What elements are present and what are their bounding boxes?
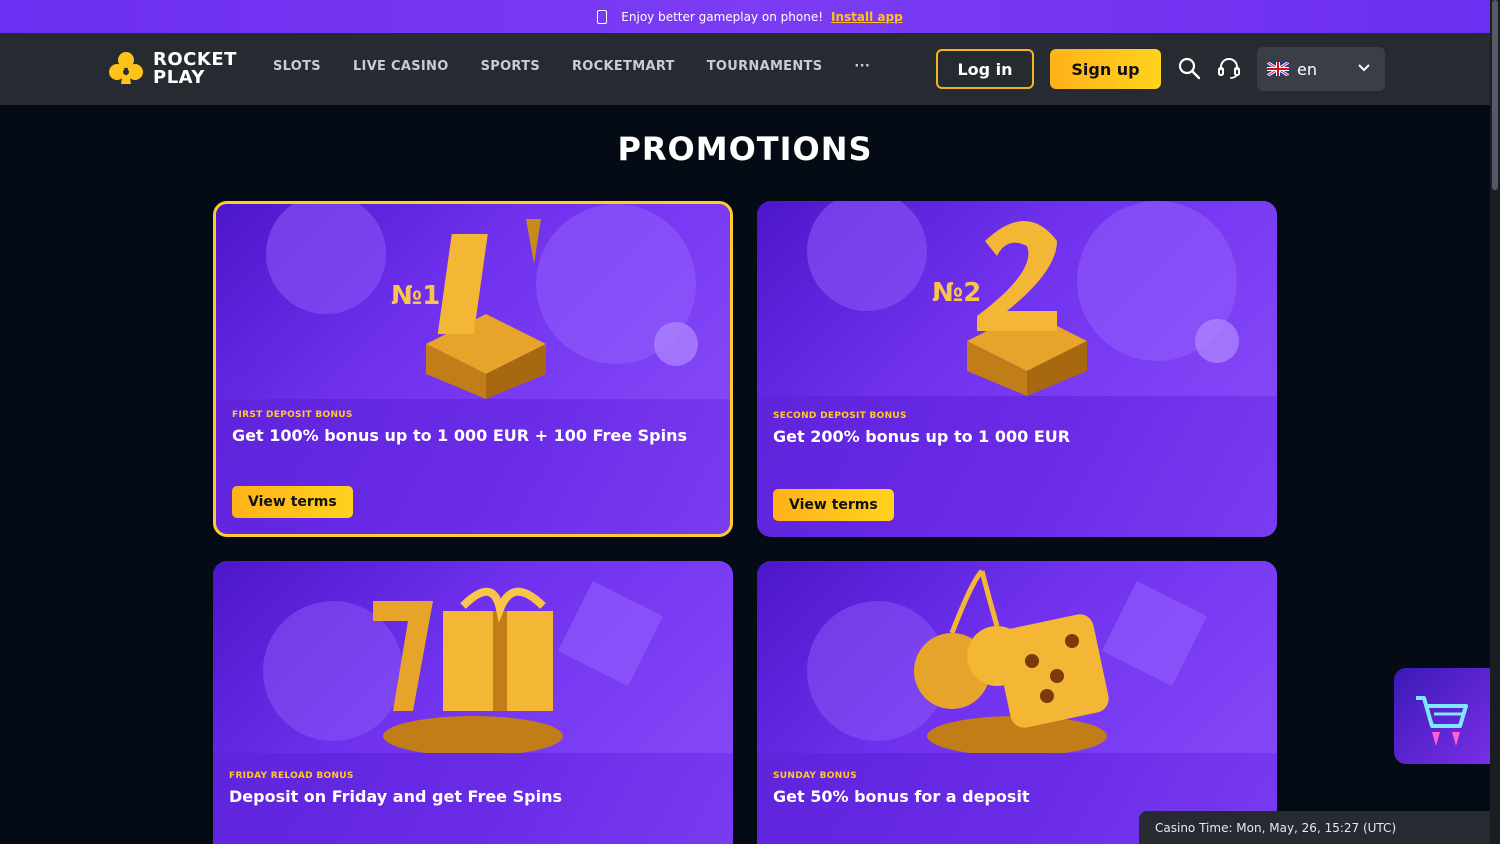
logo-text: ROCKET PLAY — [153, 49, 237, 88]
promo-category: SUNDAY BONUS — [773, 771, 857, 781]
uk-flag-icon — [1267, 62, 1289, 76]
promo-category: SECOND DEPOSIT BONUS — [773, 411, 907, 421]
promo-card-friday-reload[interactable]: FRIDAY RELOAD BONUS Deposit on Friday an… — [213, 561, 733, 844]
promo-category: FIRST DEPOSIT BONUS — [232, 410, 353, 420]
promo-art-sunday — [757, 561, 1277, 753]
promo-art-second-deposit: №2 — [757, 201, 1277, 396]
nav-sports[interactable]: SPORTS — [481, 59, 540, 74]
signup-button[interactable]: Sign up — [1050, 49, 1161, 89]
install-app-link[interactable]: Install app — [831, 10, 903, 24]
view-terms-button[interactable]: View terms — [232, 486, 353, 518]
view-terms-button[interactable]: View terms — [773, 489, 894, 521]
promo-art-first-deposit: №1 — [216, 204, 730, 399]
search-icon[interactable] — [1176, 55, 1202, 81]
badge-number: №1 — [391, 281, 440, 311]
language-selector[interactable]: en — [1257, 47, 1385, 91]
promo-headline: Get 100% bonus up to 1 000 EUR + 100 Fre… — [232, 426, 688, 445]
nav-rocketmart[interactable]: ROCKETMART — [572, 59, 675, 74]
page-title: PROMOTIONS — [617, 130, 873, 168]
promo-headline: Get 200% bonus up to 1 000 EUR — [773, 427, 1071, 446]
casino-time: Casino Time: Mon, May, 26, 15:27 (UTC) — [1139, 811, 1490, 844]
promo-card-second-deposit[interactable]: №2 SECOND DEPOSIT BONUS Get 200% bonus u… — [757, 201, 1277, 537]
nav-live-casino[interactable]: LIVE CASINO — [353, 59, 449, 74]
gift-box-illustration: №2 — [807, 201, 1239, 396]
page-scrollbar[interactable] — [1490, 0, 1500, 844]
promo-headline: Deposit on Friday and get Free Spins — [229, 787, 562, 806]
logo[interactable]: ROCKET PLAY — [107, 50, 237, 88]
language-label: en — [1297, 59, 1317, 79]
gift-box-illustration: №1 — [266, 204, 698, 399]
phone-icon — [597, 9, 608, 24]
scrollbar-thumb[interactable] — [1492, 0, 1498, 190]
promo-art-friday-reload — [213, 561, 733, 753]
badge-number: №2 — [932, 278, 981, 308]
main-nav: SLOTS LIVE CASINO SPORTS ROCKETMART TOUR… — [273, 59, 870, 74]
nav-slots[interactable]: SLOTS — [273, 59, 321, 74]
login-button[interactable]: Log in — [936, 49, 1034, 89]
gift-box-illustration — [263, 581, 663, 753]
chevron-down-icon — [1358, 64, 1370, 72]
site-header: ROCKET PLAY SLOTS LIVE CASINO SPORTS ROC… — [0, 33, 1500, 105]
install-app-banner: Enjoy better gameplay on phone! Install … — [0, 0, 1500, 33]
promo-headline: Get 50% bonus for a deposit — [773, 787, 1030, 806]
cart-icon — [1416, 696, 1468, 746]
cherry-dice-illustration — [807, 569, 1207, 753]
promo-card-first-deposit[interactable]: №1 FIRST DEPOSIT BONUS Get 100% bonus up… — [213, 201, 733, 537]
support-headset-icon[interactable] — [1216, 55, 1242, 81]
promo-card-sunday[interactable]: SUNDAY BONUS Get 50% bonus for a deposit — [757, 561, 1277, 844]
nav-more[interactable]: ··· — [854, 59, 870, 74]
promo-category: FRIDAY RELOAD BONUS — [229, 771, 354, 781]
club-logo-icon — [109, 52, 143, 84]
nav-tournaments[interactable]: TOURNAMENTS — [707, 59, 823, 74]
banner-text: Enjoy better gameplay on phone! — [621, 9, 824, 24]
rocketmart-cart-widget[interactable] — [1394, 668, 1490, 764]
